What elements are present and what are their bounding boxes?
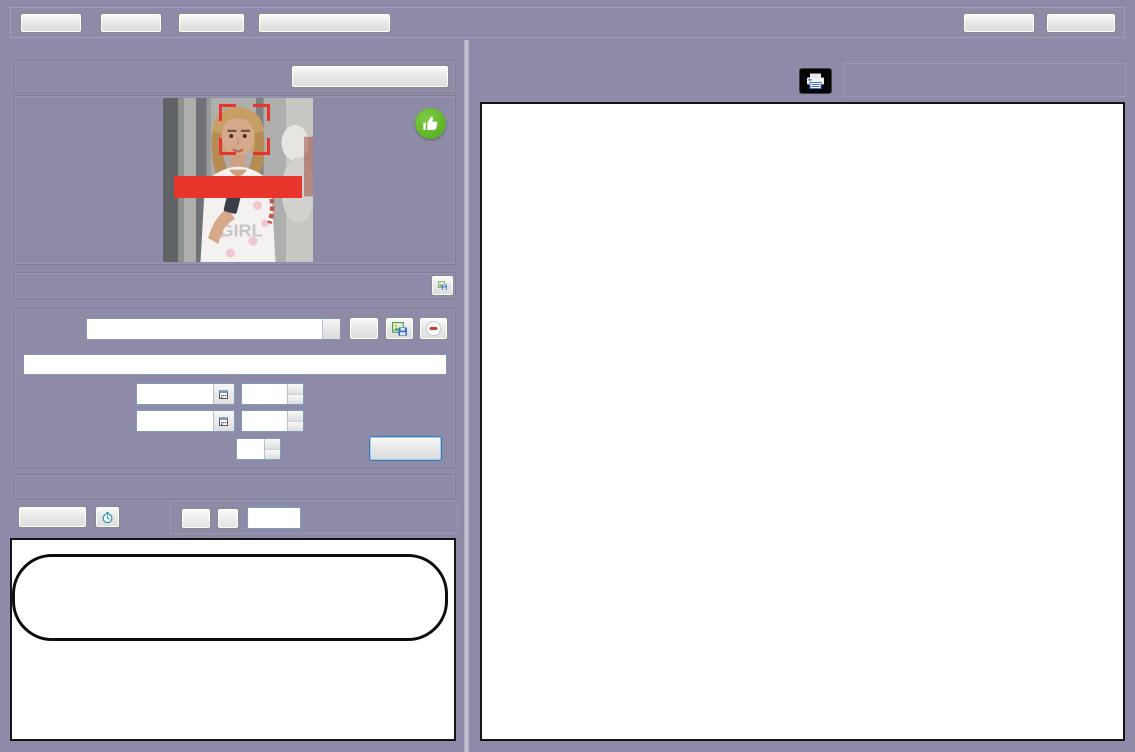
thumbs-up-icon — [415, 108, 446, 139]
sample-photo: GIRL — [163, 98, 313, 262]
face-box-corner-icon — [219, 104, 236, 121]
spinner-up-icon[interactable] — [288, 384, 303, 394]
filter-select[interactable] — [86, 318, 341, 340]
panel-divider[interactable] — [464, 40, 469, 752]
chevron-down-icon[interactable] — [322, 319, 340, 339]
toolbar-button-face-db[interactable] — [178, 13, 245, 33]
requests-pager — [170, 501, 458, 534]
recognized-name-label — [174, 176, 302, 198]
filter-panel — [14, 308, 456, 468]
search-results-table — [480, 102, 1125, 741]
load-image-button[interactable] — [291, 65, 449, 88]
calendar-icon — [219, 390, 228, 399]
search-button[interactable] — [369, 436, 442, 461]
time-to-stepper[interactable] — [241, 410, 304, 432]
calendar-icon — [219, 417, 228, 426]
chevron-down-icon[interactable] — [429, 355, 446, 374]
face-box-corner-icon — [253, 104, 270, 121]
spinner-down-icon[interactable] — [265, 449, 280, 460]
requests-table — [10, 538, 456, 741]
pager-page-input[interactable] — [247, 507, 301, 529]
spinner-up-icon[interactable] — [288, 411, 303, 421]
time-from-stepper[interactable] — [241, 383, 304, 405]
spinner-up-icon[interactable] — [265, 439, 280, 449]
face-box-corner-icon — [253, 138, 270, 155]
requests-header-panel — [14, 474, 456, 499]
save-image-icon — [392, 322, 407, 336]
results-pager — [843, 63, 1126, 97]
save-image-button[interactable] — [431, 275, 454, 296]
face-search-window: GIRL — [0, 0, 1135, 752]
pager-prev-button[interactable] — [217, 508, 239, 529]
minus-icon — [426, 321, 441, 336]
toolbar-button-search[interactable] — [100, 13, 162, 33]
sample-image-panel: GIRL — [14, 95, 456, 265]
toolbar-button-recognize-file-folder[interactable] — [258, 13, 391, 33]
face-box-corner-icon — [219, 138, 236, 155]
printer-icon — [806, 73, 825, 89]
spinner-down-icon[interactable] — [288, 421, 303, 432]
toolbar-button-monitor[interactable] — [20, 13, 82, 33]
toolbar-button-analytics[interactable] — [963, 13, 1035, 33]
refresh-button[interactable] — [18, 506, 87, 528]
save-filter-button[interactable] — [385, 317, 414, 340]
save-image-icon — [438, 279, 447, 292]
auto-refresh-button[interactable] — [95, 506, 120, 528]
stopwatch-icon — [102, 510, 113, 525]
browse-filters-button[interactable] — [349, 317, 379, 340]
print-button[interactable] — [799, 68, 832, 94]
similarity-stepper[interactable] — [236, 438, 281, 460]
delete-filter-button[interactable] — [419, 317, 448, 340]
time-mode-select[interactable] — [23, 354, 447, 375]
sample-header-panel — [14, 60, 456, 93]
toolbar-button-statistics[interactable] — [1046, 13, 1116, 33]
image-info-bar — [14, 272, 456, 299]
pager-first-button[interactable] — [181, 508, 211, 529]
main-toolbar — [10, 7, 1125, 38]
date-to-picker[interactable] — [136, 410, 235, 432]
spinner-down-icon[interactable] — [288, 394, 303, 405]
date-from-picker[interactable] — [136, 383, 235, 405]
